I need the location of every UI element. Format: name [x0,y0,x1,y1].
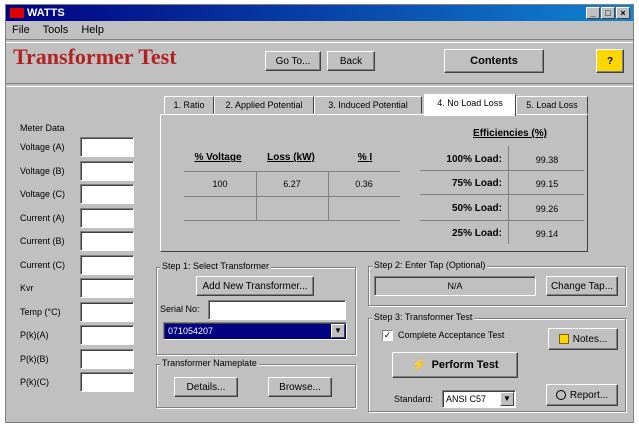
header-percent-i: % I [357,152,373,163]
report-button[interactable]: Report... [546,384,618,406]
tab-induced-potential[interactable]: 3. Induced Potential [314,96,422,114]
transformer-select-value: 071054207 [168,326,214,336]
tab-applied-potential[interactable]: 2. Applied Potential [214,96,314,114]
standard-label: Standard: [394,394,434,404]
goto-button[interactable]: Go To... [265,51,321,71]
meter-input[interactable] [80,325,134,345]
window-title: WATTS [27,7,65,19]
efficiencies-title: Efficiencies (%) [473,128,547,139]
nameplate-title: Transformer Nameplate [160,358,259,368]
meter-input[interactable] [80,207,134,228]
step3-title: Step 3: Transformer Test [372,312,475,322]
meter-input[interactable] [80,301,134,322]
tab-ratio[interactable]: 1. Ratio [164,96,214,114]
meter-label: P(k)(A) [20,330,49,340]
meter-title: Meter Data [20,123,65,133]
perform-test-button[interactable]: ⚡ Perform Test [392,352,518,378]
meter-input[interactable] [80,372,134,392]
menu-help[interactable]: Help [81,24,104,36]
grid-line [184,171,400,172]
app-logo-icon [10,8,24,19]
add-transformer-button[interactable]: Add New Transformer... [196,276,314,296]
report-label: Report... [569,389,609,401]
details-button[interactable]: Details... [174,377,238,397]
grid-line [420,170,584,171]
row-percent-i: 0.36 [355,179,373,189]
meter-label: Voltage (A) [20,142,65,152]
serial-label: Serial No: [160,304,200,314]
chevron-down-icon[interactable]: ▼ [500,392,514,406]
grid-line [420,194,584,195]
menu-tools[interactable]: Tools [43,24,69,36]
step2-title: Step 2: Enter Tap (Optional) [372,260,488,270]
report-icon [555,390,566,400]
grid-line [420,220,584,221]
grid-line [184,220,400,221]
step1-title: Step 1: Select Transformer [160,261,272,271]
eff-50-value: 99.26 [535,204,559,214]
eff-25-value: 99.14 [535,229,559,239]
eff-75-label: 75% Load: [451,178,502,189]
menu-bar: File Tools Help [6,21,639,39]
transformer-select[interactable]: 071054207 ▼ [163,322,347,340]
complete-test-checkbox[interactable]: ✓ [382,330,393,341]
eff-75-value: 99.15 [535,179,559,189]
row-percent-voltage: 100 [212,179,228,189]
chevron-down-icon[interactable]: ▼ [331,324,345,338]
meter-input[interactable] [80,278,134,298]
meter-label: P(k)(C) [20,377,49,387]
standard-select-value: ANSI C57 [446,394,487,404]
header-percent-voltage: % Voltage [194,152,242,163]
header-divider [6,83,633,87]
eff-100-value: 99.38 [535,155,559,165]
meter-input[interactable] [80,231,134,251]
meter-label: Temp (°C) [20,306,61,317]
meter-input[interactable] [80,137,134,157]
grid-line [184,196,400,197]
notes-icon [558,334,569,344]
menu-divider [6,39,633,43]
grid-line [508,146,509,244]
meter-label: Current (B) [20,236,65,246]
title-bar: WATTS _ □ × [6,5,633,21]
eff-100-label: 100% Load: [446,154,502,165]
perform-test-label: Perform Test [431,359,499,371]
lightning-icon: ⚡ [411,357,428,372]
maximize-button[interactable]: □ [601,7,615,19]
meter-input[interactable] [80,348,134,369]
notes-label: Notes... [572,333,608,345]
serial-input[interactable] [208,300,346,320]
help-icon[interactable]: ? [596,49,624,73]
menu-file[interactable]: File [12,24,30,36]
meter-label: P(k)(B) [20,353,49,364]
meter-label: Voltage (B) [20,165,65,176]
meter-label: Kvr [20,283,34,293]
meter-input[interactable] [80,184,134,204]
close-button[interactable]: × [616,7,630,19]
eff-25-label: 25% Load: [451,228,502,239]
notes-button[interactable]: Notes... [548,328,618,350]
meter-label: Voltage (C) [20,189,66,199]
tab-no-load-loss[interactable]: 4. No Load Loss [424,94,516,116]
eff-50-label: 50% Load: [451,203,502,214]
browse-button[interactable]: Browse... [268,377,332,397]
back-button[interactable]: Back [327,51,375,71]
meter-label: Current (A) [20,212,65,223]
complete-test-label: Complete Acceptance Test [398,330,505,340]
header-loss-kw: Loss (kW) [267,152,315,163]
standard-select[interactable]: ANSI C57 ▼ [442,390,516,408]
meter-input[interactable] [80,160,134,181]
change-tap-button[interactable]: Change Tap... [546,276,618,296]
row-loss-kw: 6.27 [283,179,301,189]
minimize-button[interactable]: _ [586,7,600,19]
meter-input[interactable] [80,254,134,275]
page-title: Transformer Test [13,44,177,69]
tap-field: N/A [374,276,536,296]
tab-load-loss[interactable]: 5. Load Loss [516,96,588,114]
contents-button[interactable]: Contents [444,49,544,73]
meter-label: Current (C) [20,259,66,270]
